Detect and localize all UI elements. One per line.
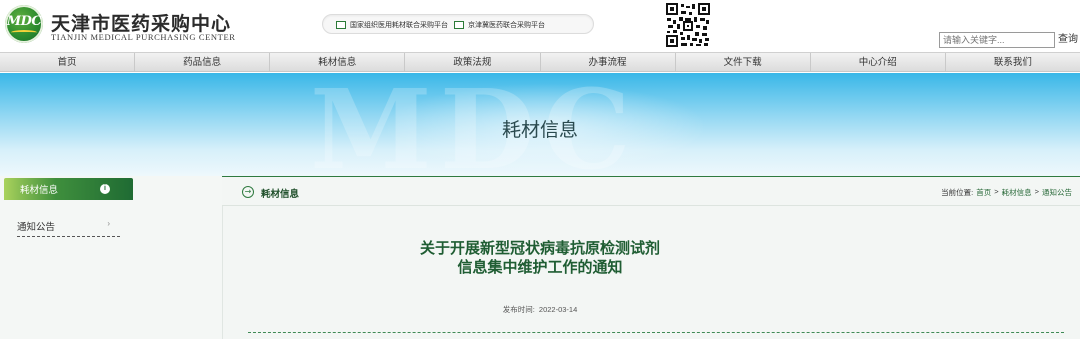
main-nav: 首页 药品信息 耗材信息 政策法规 办事流程 文件下载 中心介绍 联系我们	[0, 52, 1080, 72]
nav-item-about[interactable]: 中心介绍	[811, 53, 946, 71]
nav-item-home[interactable]: 首页	[0, 53, 136, 71]
sidebar-header-label: 耗材信息	[20, 185, 59, 196]
article-title-line1: 关于开展新型冠状病毒抗原检测试剂	[419, 240, 660, 257]
breadcrumb: 当前位置: 首页 > 耗材信息 > 通知公告	[941, 187, 1072, 198]
nav-item-contact[interactable]: 联系我们	[946, 53, 1080, 71]
article-title: 关于开展新型冠状病毒抗原检测试剂 信息集中维护工作的通知	[222, 239, 858, 277]
breadcrumb-separator: >	[1034, 187, 1039, 196]
breadcrumb-separator: >	[994, 187, 999, 196]
sidebar-header: 耗材信息 i	[4, 178, 133, 200]
article-title-line2: 信息集中维护工作的通知	[457, 259, 623, 276]
info-icon: i	[100, 184, 110, 194]
platform-link-national[interactable]: 国家组织医用耗材联合采购平台	[336, 18, 448, 31]
page-banner: MDC 耗材信息	[0, 73, 1080, 176]
breadcrumb-consumables[interactable]: 耗材信息	[1002, 187, 1032, 198]
chevron-right-icon: ›	[107, 219, 110, 228]
breadcrumb-prefix: 当前位置:	[941, 188, 974, 197]
nav-item-downloads[interactable]: 文件下载	[676, 53, 811, 71]
platform-link-jingjinji[interactable]: 京津冀医药联合采购平台	[454, 18, 545, 31]
publish-date-value: 2022-03-14	[538, 305, 578, 314]
article-divider	[248, 332, 1064, 333]
nav-item-policies[interactable]: 政策法规	[405, 53, 541, 71]
platform-links: 国家组织医用耗材联合采购平台 京津冀医药联合采购平台	[322, 14, 594, 34]
breadcrumb-home[interactable]: 首页	[976, 187, 991, 198]
sidebar-item-notices[interactable]: 通知公告 ›	[17, 219, 120, 237]
publish-date-label: 发布时间:	[502, 305, 535, 314]
search-button[interactable]: 查询	[1056, 32, 1080, 48]
nav-item-drug-info[interactable]: 药品信息	[135, 53, 271, 71]
section-title: 耗材信息	[261, 189, 300, 200]
nav-item-procedures[interactable]: 办事流程	[541, 53, 676, 71]
breadcrumb-notices[interactable]: 通知公告	[1042, 187, 1072, 198]
monitor-icon	[336, 20, 346, 29]
site-header: MDC 天津市医药采购中心 TIANJIN MEDICAL PURCHASING…	[0, 0, 1080, 52]
qr-code-icon	[665, 2, 711, 48]
monitor-icon	[454, 20, 464, 29]
banner-title: 耗材信息	[501, 120, 578, 141]
sidebar-item-label: 通知公告	[17, 222, 56, 233]
logo-swoosh	[11, 30, 37, 35]
platform-link-label: 国家组织医用耗材联合采购平台	[350, 21, 448, 29]
logo-badge[interactable]: MDC	[5, 5, 43, 43]
publish-date: 发布时间: 2022-03-14	[222, 304, 858, 315]
search-input[interactable]	[939, 32, 1055, 48]
site-name-en: TIANJIN MEDICAL PURCHASING CENTER	[51, 32, 236, 42]
nav-item-consumables-info[interactable]: 耗材信息	[270, 53, 406, 71]
section-header: → 耗材信息 当前位置: 首页 > 耗材信息 > 通知公告	[222, 176, 1080, 206]
platform-link-label: 京津冀医药联合采购平台	[468, 21, 545, 29]
logo-badge-text: MDC	[6, 14, 42, 29]
arrow-circle-icon: →	[242, 186, 254, 198]
